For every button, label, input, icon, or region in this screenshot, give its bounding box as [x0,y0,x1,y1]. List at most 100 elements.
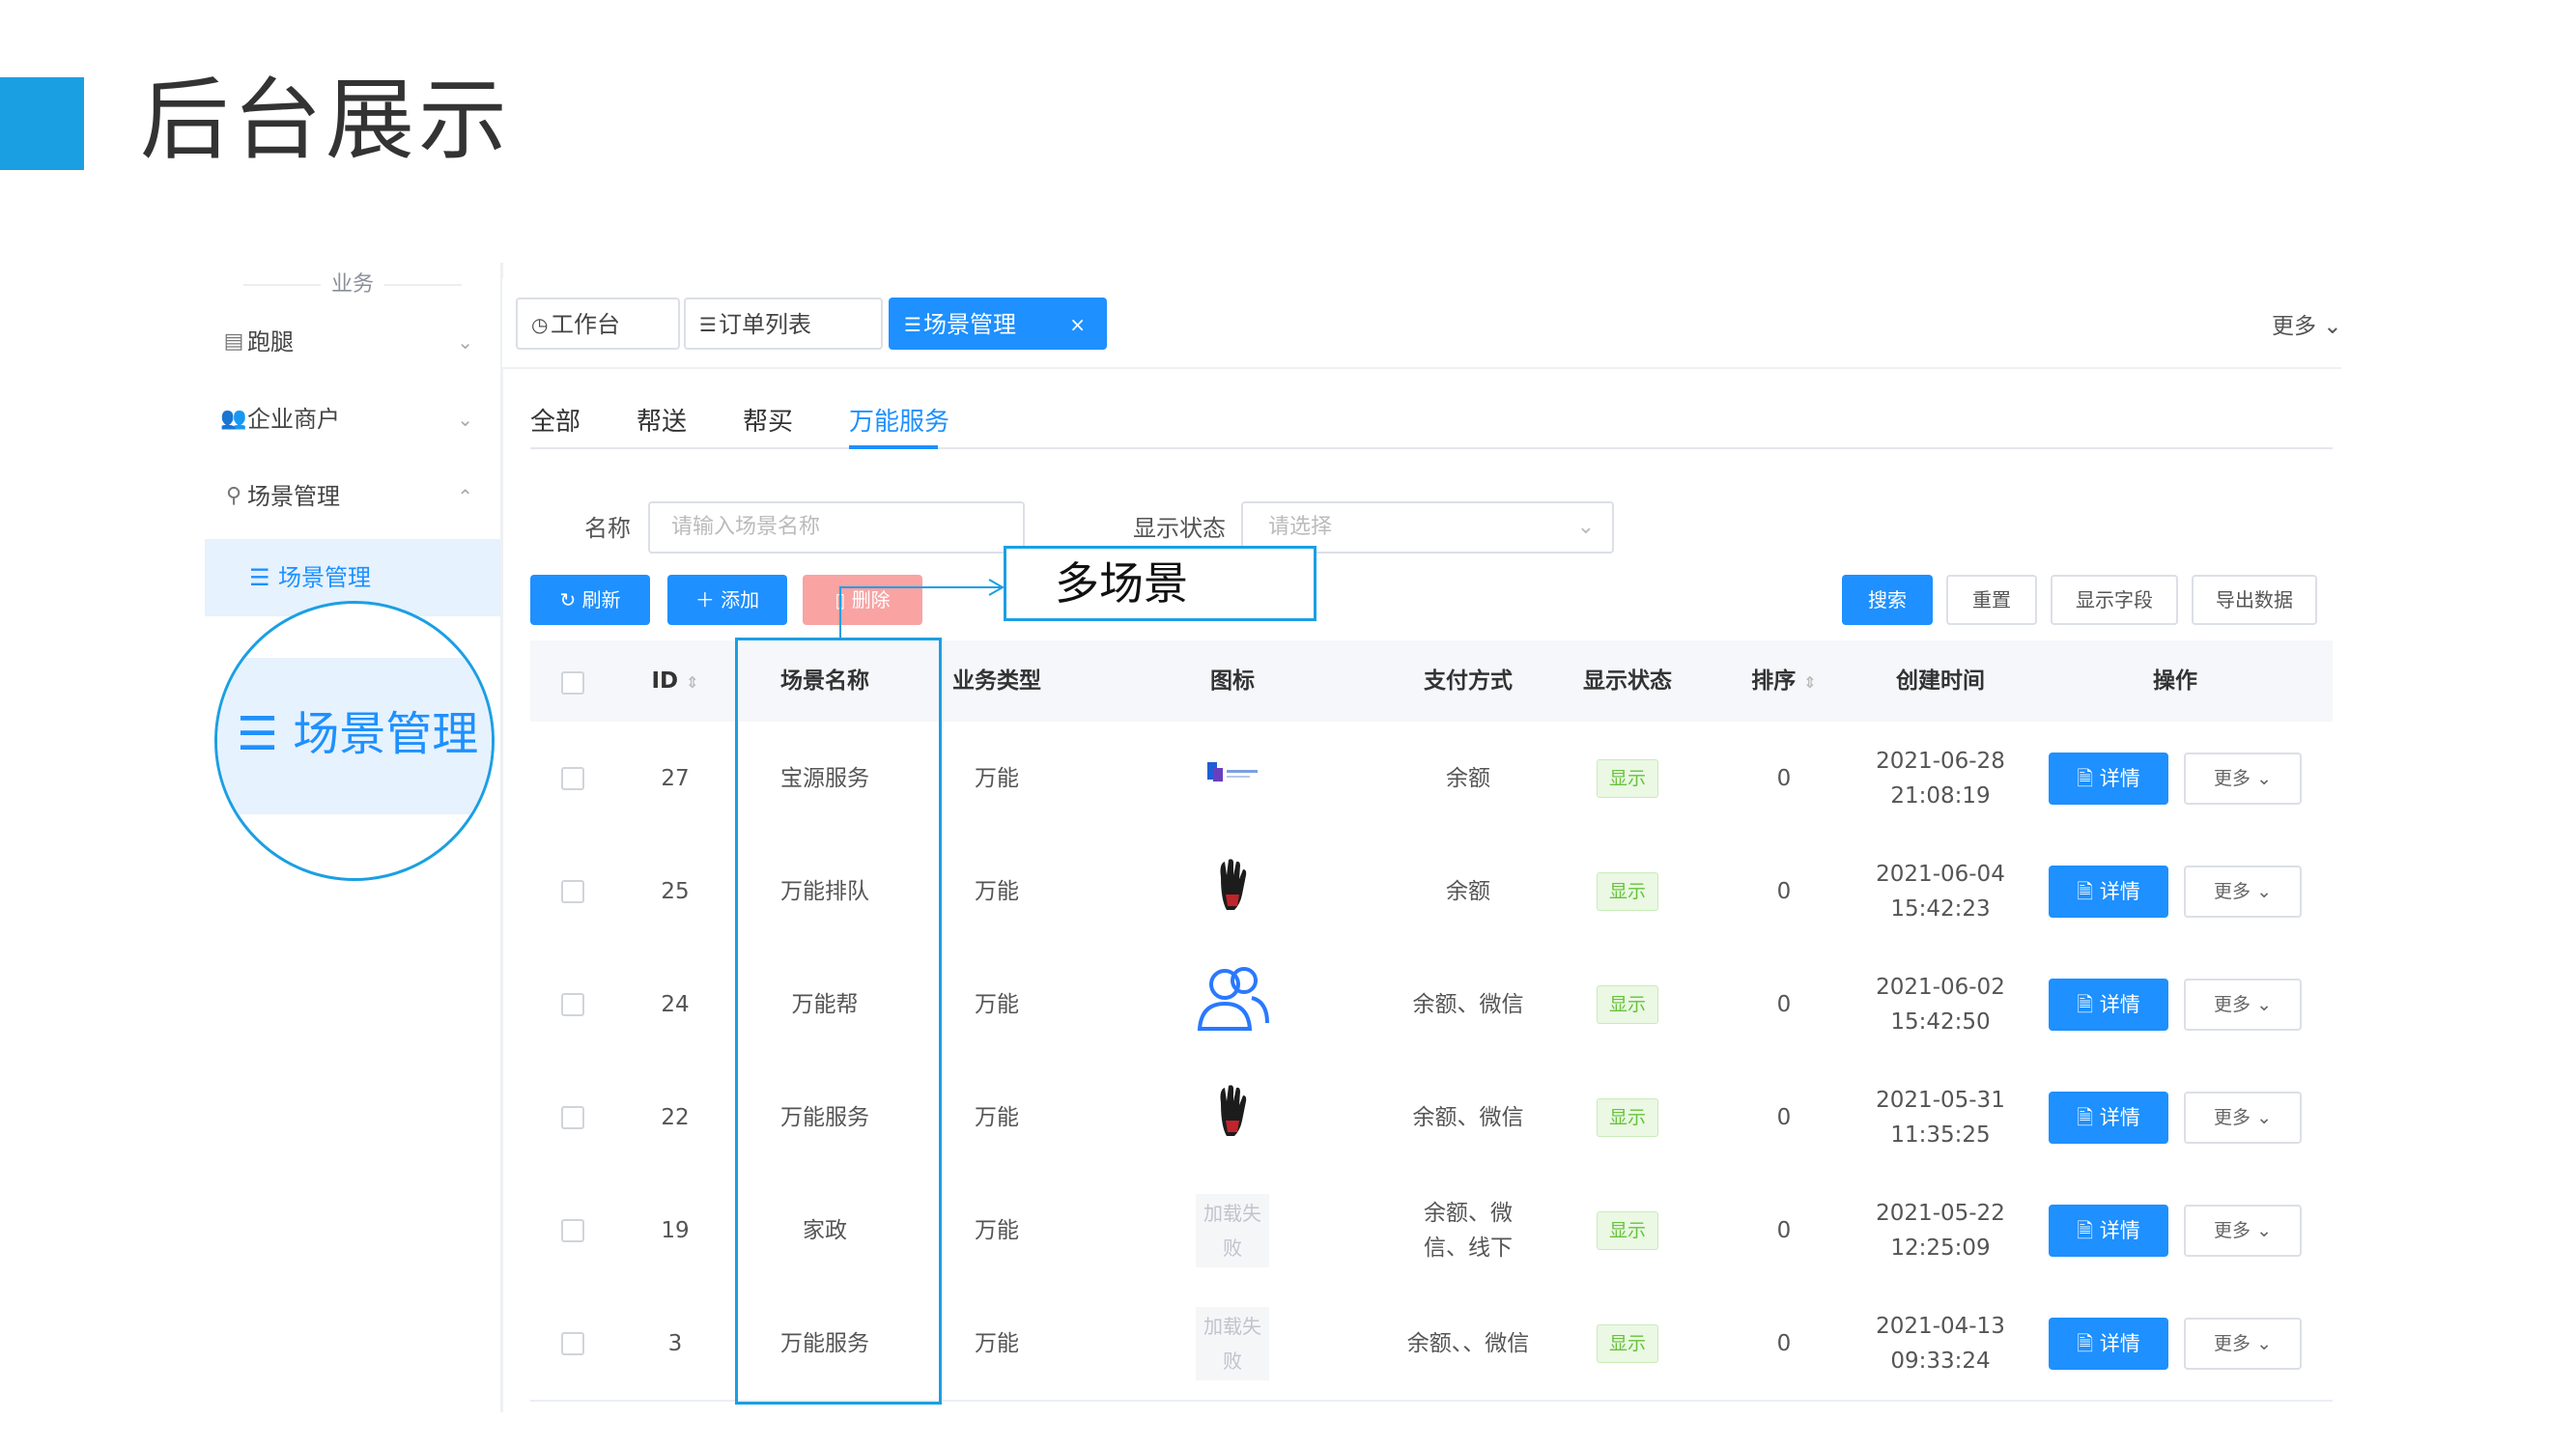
row-id: 25 [661,878,690,904]
row-icon [1213,1082,1252,1152]
detail-button[interactable]: 🗎 详情 [2049,1317,2168,1370]
row-created-time: 2021-05-31 11:35:25 [1876,1087,2005,1148]
detail-button[interactable]: 🗎 详情 [2049,978,2168,1031]
row-checkbox[interactable] [561,766,584,790]
table-cell: 余额、微信 [1386,948,1550,1061]
row-id: 24 [661,991,690,1017]
row-checkbox[interactable] [561,1105,584,1129]
table-cell: 显示 [1550,1061,1705,1174]
subtab-all[interactable]: 全部 [530,403,580,441]
chevron-down-icon: ⌄ [2256,767,2272,789]
row-payment: 余额 [1446,765,1490,791]
table-cell: 0 [1705,1061,1863,1174]
row-id: 3 [667,1330,683,1356]
table-cell: 🗎 详情 更多 ⌄ [2018,948,2333,1061]
subtab-buy[interactable]: 帮买 [743,403,793,441]
search-button[interactable]: 搜索 [1842,575,1933,625]
chevron-down-icon: ⌄ [2256,1106,2272,1128]
table-cell: 0 [1705,1287,1863,1400]
row-icon [1192,963,1273,1045]
table-cell: 🗎 详情 更多 ⌄ [2018,722,2333,835]
status-select-value: 请选择 [1268,515,1333,539]
detail-button[interactable]: 🗎 详情 [2049,1204,2168,1257]
status-badge: 显示 [1596,1097,1658,1137]
detail-button[interactable]: 🗎 详情 [2049,1091,2168,1144]
row-id: 19 [661,1217,690,1243]
detail-button[interactable]: 🗎 详情 [2049,752,2168,805]
row-checkbox[interactable] [561,992,584,1016]
table-cell: 0 [1705,948,1863,1061]
table-cell: 加载失败 [1079,1287,1386,1400]
row-created-time: 2021-06-02 15:42:50 [1876,974,2005,1035]
select-all-cell[interactable] [530,640,615,722]
row-more-button[interactable]: 更多 ⌄ [2184,865,2302,918]
row-id: 27 [661,765,690,791]
tab-scene-management[interactable]: ☰ 场景管理 × [889,298,1107,350]
scene-name-input[interactable]: 请输入场景名称 [648,501,1025,554]
glove-icon [1220,1085,1247,1136]
plus-icon: ＋ [694,588,722,611]
zoom-magnifier: ☰ 场景管理 [214,601,495,881]
row-icon [1213,856,1252,926]
merchant-icon: 👥 [220,407,247,431]
sidebar-item-scene[interactable]: ⚲ 场景管理 ⌃ [205,468,500,526]
table-cell: 2021-06-04 15:42:23 [1863,835,2018,948]
table-cell: 余额、微信、线下 [1386,1174,1550,1287]
users-icon [1197,967,1269,1031]
row-sort: 0 [1776,991,1792,1017]
chevron-down-icon: ⌄ [457,408,473,431]
export-data-button[interactable]: 导出数据 [2192,575,2317,625]
table-cell: 余额 [1386,722,1550,835]
row-more-button[interactable]: 更多 ⌄ [2184,752,2302,805]
row-created-time: 2021-04-13 09:33:24 [1876,1313,2005,1374]
table-cell: 25 [615,835,735,948]
sort-icon[interactable]: ⇕ [1803,673,1816,692]
select-all-checkbox[interactable] [561,671,584,695]
table-cell: 27 [615,722,735,835]
chevron-down-icon: ⌄ [2256,1219,2272,1241]
refresh-button[interactable]: ↻ 刷新 [530,575,650,625]
sort-icon[interactable]: ⇕ [686,673,698,692]
col-sort[interactable]: 排序 ⇕ [1705,640,1863,722]
row-checkbox[interactable] [561,879,584,903]
user-icon: ⚲ [225,484,242,508]
tab-orders[interactable]: ☰ 订单列表 [684,298,883,350]
tab-workbench[interactable]: ◷ 工作台 [516,298,680,350]
close-icon[interactable]: × [1069,299,1086,350]
sidebar-group-label: 业务 [205,263,500,306]
table-cell: 0 [1705,1174,1863,1287]
row-more-button[interactable]: 更多 ⌄ [2184,1091,2302,1144]
col-payment: 支付方式 [1424,668,1513,694]
row-business-type: 万能 [975,991,1019,1017]
row-payment: 余额、微信 [1412,1104,1524,1130]
add-button[interactable]: ＋ 添加 [667,575,787,625]
status-badge: 显示 [1596,984,1658,1024]
sidebar-item-merchant[interactable]: 👥 企业商户 ⌄ [205,390,500,448]
row-id: 22 [661,1104,690,1130]
row-icon [1203,758,1261,798]
table-cell: 2021-06-02 15:42:50 [1863,948,2018,1061]
image-load-failed: 加载失败 [1196,1193,1269,1267]
sidebar-item-errand[interactable]: ▤ 跑腿 ⌄ [205,313,500,371]
reset-button[interactable]: 重置 [1946,575,2037,625]
sidebar-item-label: 企业商户 [247,406,340,433]
subtab-deliver[interactable]: 帮送 [637,403,687,441]
subtab-universal[interactable]: 万能服务 [849,403,949,441]
detail-button[interactable]: 🗎 详情 [2049,865,2168,918]
row-more-button[interactable]: 更多 ⌄ [2184,1317,2302,1370]
row-checkbox[interactable] [561,1218,584,1242]
zoom-label: ☰ 场景管理 [237,707,479,761]
row-checkbox[interactable] [561,1331,584,1355]
menu-lines-icon: ☰ [249,564,270,591]
list-icon: ☰ [904,313,921,336]
col-id[interactable]: ID ⇕ [615,640,735,722]
display-fields-button[interactable]: 显示字段 [2051,575,2178,625]
row-payment: 余额 [1446,878,1490,904]
refresh-icon: ↻ [559,588,582,611]
tabbar-more-button[interactable]: 更多 ⌄ [2272,307,2342,340]
row-more-button[interactable]: 更多 ⌄ [2184,1204,2302,1257]
chevron-up-icon: ⌃ [457,485,473,508]
table-cell: 19 [615,1174,735,1287]
row-more-button[interactable]: 更多 ⌄ [2184,978,2302,1031]
row-created-time: 2021-05-22 12:25:09 [1876,1200,2005,1261]
